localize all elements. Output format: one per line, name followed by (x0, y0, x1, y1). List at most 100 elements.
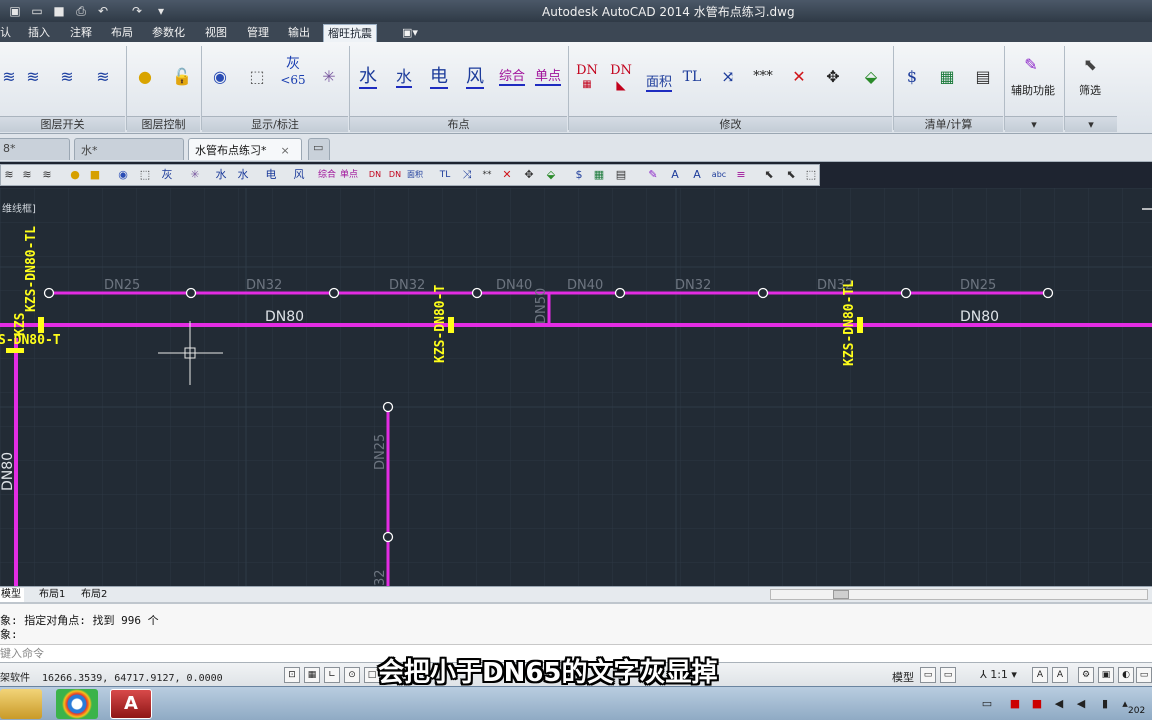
brace-marker[interactable] (38, 317, 44, 333)
arrow-x-icon[interactable]: ⤨ (713, 62, 743, 92)
tray-app-icon[interactable]: ■ (1008, 697, 1022, 711)
combined-point-icon[interactable]: 综合 (494, 62, 530, 92)
polar-toggle-icon[interactable]: ⊙ (344, 667, 360, 683)
electric-point-icon[interactable]: 电 (424, 62, 454, 92)
isolate-icon[interactable]: ◐ (1118, 667, 1134, 683)
dn-tag-icon[interactable]: DN ◣ (606, 64, 636, 94)
wind-point-icon[interactable]: 风 (460, 62, 490, 92)
sprinkler-node[interactable] (1042, 287, 1054, 299)
new-file-icon[interactable]: ▭ (28, 2, 46, 20)
filter-expand-icon[interactable]: ▾ (1065, 116, 1117, 132)
dollar-icon[interactable]: $ (897, 62, 927, 92)
tab-annotate[interactable]: 注释 (66, 24, 96, 42)
single-icon[interactable]: 单点 (339, 167, 359, 183)
brace-marker[interactable] (448, 317, 454, 333)
search-replace-icon[interactable]: *** (748, 62, 778, 92)
sprinkler-node[interactable] (382, 531, 394, 543)
tab-insert[interactable]: 插入 (24, 24, 54, 42)
sprinkler-icon[interactable]: ✳ (187, 167, 203, 183)
eye-icon[interactable]: ◉ (205, 62, 235, 92)
select-icon[interactable]: ⬉ (761, 167, 777, 183)
aux-function-button[interactable]: 辅助功能 (1003, 82, 1063, 98)
tab-output[interactable]: 输出 (284, 24, 314, 42)
tab-plugin[interactable]: 榴旺抗震 (323, 24, 377, 42)
search-replace-icon[interactable]: ** (479, 167, 495, 183)
horizontal-scrollbar[interactable] (770, 589, 1148, 600)
delete-icon[interactable]: ✕ (784, 62, 814, 92)
ortho-toggle-icon[interactable]: ∟ (324, 667, 340, 683)
wind-icon[interactable]: 风 (291, 167, 307, 183)
save-icon[interactable]: ■ (50, 2, 68, 20)
network-icon[interactable]: ▮ (1098, 697, 1112, 711)
area-icon[interactable]: 面积 (407, 167, 423, 183)
layer-remove-icon[interactable]: ≋ (88, 62, 118, 92)
select-filter-icon[interactable]: ⬉ (783, 167, 799, 183)
toolbar-lock-icon[interactable]: ▣ (1098, 667, 1114, 683)
volume-icon[interactable]: ◀ (1052, 697, 1066, 711)
gray-icon[interactable]: 灰 (159, 167, 175, 183)
tl-toggle-icon[interactable]: TL (677, 62, 707, 92)
sprinkler-node[interactable] (471, 287, 483, 299)
excel-export-icon[interactable]: ▦ (591, 167, 607, 183)
move-icon[interactable]: ✥ (818, 62, 848, 92)
autocad-taskbar-icon[interactable]: A (110, 689, 152, 719)
sprinkler-node[interactable] (328, 287, 340, 299)
filter-button[interactable]: 筛选 (1060, 82, 1120, 98)
text-abc-icon[interactable]: abc (711, 167, 727, 183)
file-tab-2[interactable]: 水* (74, 138, 184, 160)
rotate-tag-icon[interactable]: ⬙ (856, 62, 886, 92)
combined-icon[interactable]: 综合 (317, 167, 337, 183)
tab-layout[interactable]: 布局 (107, 24, 137, 42)
dn-table-icon[interactable]: DN ▦ (572, 64, 602, 94)
layer-add-icon[interactable]: ≋ (39, 167, 55, 183)
tab-view[interactable]: 视图 (201, 24, 231, 42)
tray-keyboard-icon[interactable]: ▭ (980, 697, 994, 711)
file-tab-1[interactable]: 8* (0, 138, 70, 160)
tab-manage[interactable]: 管理 (243, 24, 273, 42)
sprinkler-node[interactable] (185, 287, 197, 299)
sprinkler-node[interactable] (43, 287, 55, 299)
water-branch-icon[interactable]: 水 (389, 62, 419, 92)
file-tab-3[interactable]: 水管布点练习* × (188, 138, 302, 160)
grid-toggle-icon[interactable]: ▦ (304, 667, 320, 683)
filter-cursor-icon[interactable]: ⬉ (1075, 50, 1105, 80)
lightbulb-icon[interactable]: ● (130, 62, 160, 92)
arrow-x-icon[interactable]: ⤨ (459, 167, 475, 183)
sprinkler-icon[interactable]: ✳ (314, 62, 344, 92)
undo-icon[interactable]: ↶ (94, 2, 112, 20)
text-add-icon[interactable]: A (689, 167, 705, 183)
sprinkler-node[interactable] (614, 287, 626, 299)
tab-default[interactable]: 认 (0, 24, 15, 42)
selection-box-icon[interactable]: ⬚ (242, 62, 272, 92)
text-format-icon[interactable]: ≡ (733, 167, 749, 183)
model-view-icon[interactable]: ▭ (920, 667, 936, 683)
workspace-switch-icon[interactable]: ⚙ (1078, 667, 1094, 683)
tab-model[interactable]: 模型 (0, 588, 24, 602)
infer-constraints-icon[interactable]: ⊡ (284, 667, 300, 683)
layer-on-icon[interactable]: ≋ (19, 167, 35, 183)
scrollbar-thumb[interactable] (833, 590, 849, 599)
eye-icon[interactable]: ◉ (115, 167, 131, 183)
new-tab-icon[interactable]: ▭ (308, 138, 330, 160)
layout-view-icon[interactable]: ▭ (940, 667, 956, 683)
print-icon[interactable]: ⎙ (72, 2, 90, 20)
lightbulb-icon[interactable]: ● (67, 167, 83, 183)
workspace-dropdown-icon[interactable]: ▾ (152, 2, 170, 20)
brace-marker[interactable] (6, 348, 24, 353)
aux-expand-icon[interactable]: ▾ (1005, 116, 1063, 132)
panel-options-icon[interactable]: ▣▾ (398, 24, 422, 42)
dn-tag-icon[interactable]: DN (387, 167, 403, 183)
water-icon[interactable]: 水 (213, 167, 229, 183)
layer-on-icon[interactable]: ≋ (18, 62, 48, 92)
gray-below-65-icon[interactable]: 灰 <65 (278, 56, 308, 87)
annotation-visibility-icon[interactable]: A (1032, 667, 1048, 683)
tray-security-icon[interactable]: ■ (1030, 697, 1044, 711)
sprinkler-node[interactable] (900, 287, 912, 299)
single-point-icon[interactable]: 单点 (530, 62, 566, 92)
lock-icon[interactable]: ■ (87, 167, 103, 183)
dollar-icon[interactable]: $ (571, 167, 587, 183)
excel-export-icon[interactable]: ▦ (932, 62, 962, 92)
drawing-canvas[interactable]: DN25 DN32 DN32 DN40 DN40 DN32 DN32 DN25 … (0, 188, 1152, 586)
water-point-icon[interactable]: 水 (353, 62, 383, 92)
annotation-scale[interactable]: ⅄ 1:1 ▾ (980, 668, 1017, 681)
